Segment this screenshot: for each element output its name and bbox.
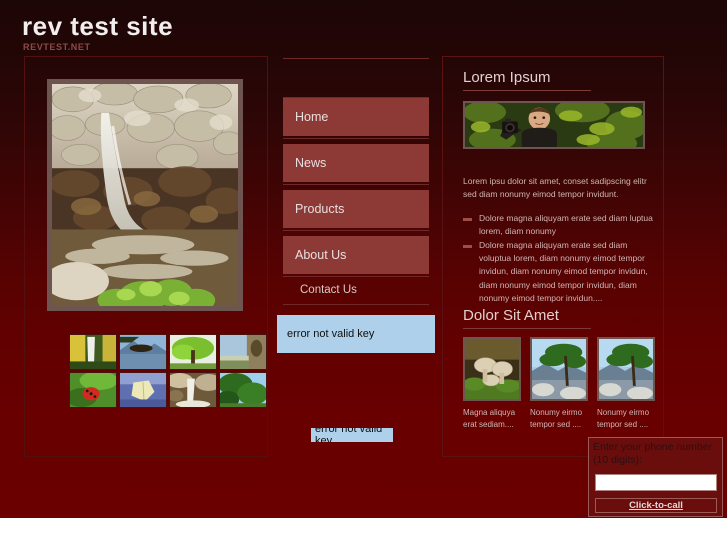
right-content-panel: Lorem Ipsum Lorem ipsu dolor sit amet, c… <box>442 56 664 457</box>
pine-tree-on-mountain-ridge-image <box>532 339 586 399</box>
click-to-call-widget: Enter your phone number (10 digits): Cli… <box>588 437 723 517</box>
nav-item-about-us[interactable]: About Us <box>283 236 429 274</box>
man-with-camera-in-foliage-image <box>465 103 643 147</box>
mushrooms-on-moss-image <box>465 339 519 399</box>
thumbnail-item[interactable] <box>169 372 217 408</box>
tree-trunk-thumb-image <box>220 335 266 369</box>
section-heading-lorem-ipsum: Lorem Ipsum <box>463 69 591 91</box>
nav-item-products[interactable]: Products <box>283 190 429 228</box>
mini-image-frame <box>530 337 588 401</box>
click-to-call-label: Enter your phone number (10 digits): <box>593 441 713 467</box>
section-heading-dolor-sit-amet: Dolor Sit Amet <box>463 307 591 329</box>
nav-divider <box>283 138 429 139</box>
thumbnail-item[interactable] <box>69 372 117 408</box>
nav-divider <box>283 230 429 231</box>
yellow-leaf-water-thumb-image <box>120 373 166 407</box>
thumbnail-item[interactable] <box>119 372 167 408</box>
nav-item-news[interactable]: News <box>283 144 429 182</box>
hero-image-frame[interactable] <box>47 79 243 311</box>
mini-image-frame <box>597 337 655 401</box>
thumbnail-grid <box>69 334 269 408</box>
thumbnail-item[interactable] <box>169 334 217 370</box>
mini-gallery-item[interactable]: Nonumy eirmo tempor sed .... <box>530 337 588 431</box>
dash-bullet-icon <box>463 245 472 248</box>
thumbnail-item[interactable] <box>219 334 267 370</box>
phone-number-input-wrapper[interactable] <box>595 474 717 493</box>
nav-item-home[interactable]: Home <box>283 98 429 136</box>
mini-gallery-item[interactable]: Magna aliquya erat sediam.... <box>463 337 521 431</box>
click-to-call-button-label: Click-to-call <box>629 500 683 511</box>
bullet-item: Dolore magna aliquyam erate sed diam lup… <box>463 212 653 238</box>
mini-gallery-item[interactable]: Nonumy eirmo tempor sed .... <box>597 337 655 431</box>
nav-item-contact-us[interactable]: Contact Us <box>283 277 429 303</box>
bullet-text: Dolore magna aliquyam erate sed diam vol… <box>479 240 648 303</box>
mini-caption: Nonumy eirmo tempor sed .... <box>530 408 583 429</box>
autumn-waterfall-thumb-image <box>70 335 116 369</box>
green-tree-thumb-image <box>170 335 216 369</box>
feature-image-frame[interactable] <box>463 101 645 149</box>
thumbnail-item[interactable] <box>219 372 267 408</box>
mini-caption: Nonumy eirmo tempor sed .... <box>597 408 650 429</box>
pine-tree-sky-thumb-image <box>220 373 266 407</box>
navigation-panel: Home News Products About Us Contact Us e… <box>276 56 435 457</box>
thumbnail-item[interactable] <box>69 334 117 370</box>
bullet-text: Dolore magna aliquyam erate sed diam lup… <box>479 213 653 237</box>
phone-number-input[interactable] <box>596 478 716 493</box>
pine-tree-on-mountain-ridge-2-image <box>599 339 653 399</box>
click-to-call-button[interactable]: Click-to-call <box>595 498 717 513</box>
intro-paragraph: Lorem ipsu dolor sit amet, conset sadips… <box>463 176 647 200</box>
error-message-box: error not valid key <box>277 315 435 353</box>
thumbnail-item[interactable] <box>119 334 167 370</box>
rocky-waterfall-thumb-image <box>170 373 216 407</box>
nav-divider <box>283 184 429 185</box>
nav-divider <box>283 58 429 59</box>
bullet-item: Dolore magna aliquyam erate sed diam vol… <box>463 239 653 305</box>
left-panel <box>24 56 268 457</box>
page-root: rev test site REVTEST.NET Home News Prod… <box>0 0 727 545</box>
mini-image-frame <box>463 337 521 401</box>
ladybug-leaf-thumb-image <box>70 373 116 407</box>
mini-gallery-grid: Magna aliquya erat sediam.... Nonumy eir… <box>463 337 655 431</box>
waterfall-over-rocks-image <box>52 84 238 306</box>
nav-divider <box>283 304 429 305</box>
site-header: rev test site REVTEST.NET <box>0 0 727 56</box>
site-title: rev test site <box>22 11 174 41</box>
site-subtitle: REVTEST.NET <box>23 42 91 52</box>
dash-bullet-icon <box>463 218 472 221</box>
mountain-lake-thumb-image <box>120 335 166 369</box>
mini-caption: Magna aliquya erat sediam.... <box>463 408 516 429</box>
error-message-box-clipped: error not valid key <box>311 428 393 442</box>
